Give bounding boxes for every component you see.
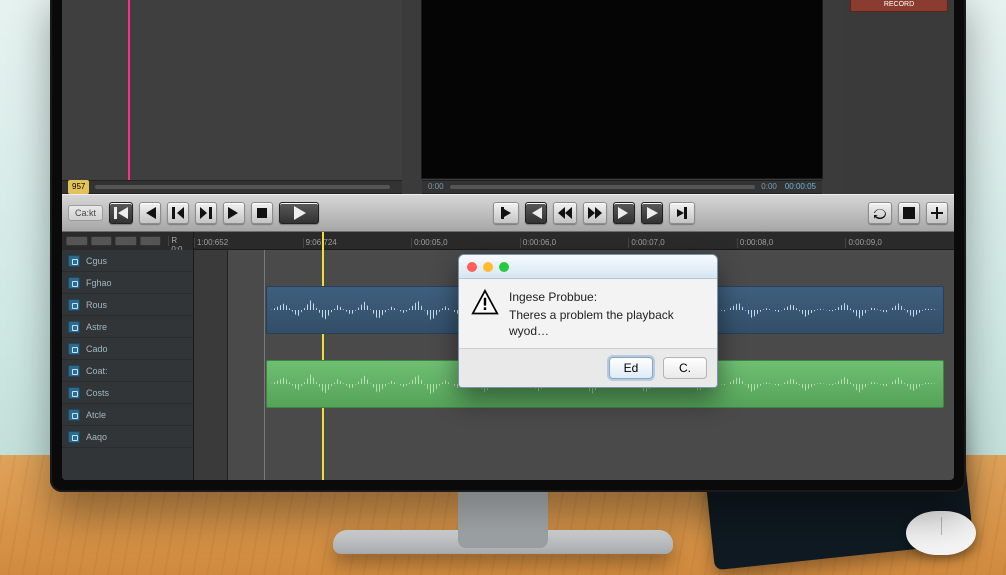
ruler-toolstrip: R 0:0 xyxy=(62,232,194,250)
bin-panel: Cgus Fghao Rous Astre Cado Coat: Costs A… xyxy=(62,250,194,480)
screen: RECORD 957 0:00 0:00 00:00:05 Ca:kt xyxy=(62,0,954,480)
ruler-mark: 1:00:652 xyxy=(194,238,303,248)
ruler-mark: 0:00:09,0 xyxy=(845,238,954,248)
clip-icon xyxy=(68,255,80,267)
bin-item[interactable]: Cado xyxy=(62,338,193,360)
add-marker-button[interactable] xyxy=(926,202,948,224)
clip-icon xyxy=(68,277,80,289)
track-header-gutter xyxy=(194,250,228,480)
ruler-tool-2[interactable] xyxy=(91,236,113,246)
ruler-tool-3[interactable] xyxy=(115,236,137,246)
dialog-body: Ingese Probbue: Theres a problem the pla… xyxy=(459,279,717,348)
dialog-titlebar[interactable] xyxy=(459,255,717,279)
ruler-mark: 0:00:06,0 xyxy=(520,238,629,248)
clip-icon xyxy=(68,387,80,399)
bin-item-label: Atcle xyxy=(86,410,106,420)
prev-edit-button[interactable] xyxy=(525,202,547,224)
bin-item-label: Cado xyxy=(86,344,108,354)
error-dialog: Ingese Probbue: Theres a problem the pla… xyxy=(458,254,718,388)
dialog-footer: Ed C. xyxy=(459,348,717,387)
ruler-mark: 0:00:05,0 xyxy=(411,238,520,248)
bin-item-label: Coat: xyxy=(86,366,108,376)
timeline-playhead[interactable] xyxy=(322,232,324,480)
loop-button[interactable] xyxy=(868,202,892,224)
dialog-body-text: Theres a problem the playback wyod… xyxy=(509,308,674,338)
window-zoom-icon[interactable] xyxy=(499,262,509,272)
bin-item-label: Fghao xyxy=(86,278,112,288)
step-fwd-button[interactable] xyxy=(223,202,245,224)
record-button[interactable]: RECORD xyxy=(850,0,948,12)
right-tool-panel: RECORD xyxy=(844,0,954,194)
source-scrub-bar[interactable] xyxy=(95,185,390,189)
track-divider xyxy=(264,250,265,480)
clip-icon xyxy=(68,431,80,443)
dialog-secondary-button[interactable]: C. xyxy=(663,357,707,379)
clip-icon xyxy=(68,343,80,355)
frame-back-button[interactable] xyxy=(167,202,189,224)
time-ruler[interactable]: R 0:0 1:00:652 9:06:724 0:00:05,0 0:00:0… xyxy=(194,232,954,250)
program-status: 00:00:05 xyxy=(785,180,816,194)
desk-mouse xyxy=(906,511,976,555)
play-button[interactable] xyxy=(279,202,319,224)
clip-icon xyxy=(68,365,80,377)
bin-item[interactable]: Costs xyxy=(62,382,193,404)
snap-button[interactable] xyxy=(898,202,920,224)
clip-icon xyxy=(68,409,80,421)
bin-item-label: Cgus xyxy=(86,256,107,266)
mark-out-button[interactable] xyxy=(669,202,695,224)
program-scrub-bar[interactable] xyxy=(450,185,756,189)
program-tc-left: 0:00 xyxy=(428,180,444,194)
ruler-mark: 0:00:08,0 xyxy=(737,238,846,248)
warning-icon xyxy=(471,289,499,317)
monitor-bezel: RECORD 957 0:00 0:00 00:00:05 Ca:kt xyxy=(50,0,966,492)
transport-label: Ca:kt xyxy=(68,205,103,221)
fastfwd-button[interactable] xyxy=(583,202,607,224)
dialog-primary-button[interactable]: Ed xyxy=(609,357,653,379)
ruler-mark: 0:00:07,0 xyxy=(628,238,737,248)
dialog-title-text: Ingese Probbue: xyxy=(509,289,705,305)
transport-bar: Ca:kt xyxy=(62,194,954,232)
clip-icon xyxy=(68,321,80,333)
bin-item[interactable]: Coat: xyxy=(62,360,193,382)
source-footer: 957 xyxy=(62,180,402,194)
bin-item-label: Costs xyxy=(86,388,109,398)
source-panel xyxy=(62,0,402,194)
play-timeline-button[interactable] xyxy=(641,202,663,224)
frame-fwd-button[interactable] xyxy=(195,202,217,224)
mark-in-button[interactable] xyxy=(493,202,519,224)
rewind-button[interactable] xyxy=(553,202,577,224)
ruler-tool-1[interactable] xyxy=(66,236,88,246)
bin-item[interactable]: Astre xyxy=(62,316,193,338)
monitor-stand-neck xyxy=(458,488,548,548)
next-edit-button[interactable] xyxy=(613,202,635,224)
window-minimize-icon[interactable] xyxy=(483,262,493,272)
bin-item-label: Astre xyxy=(86,322,107,332)
bin-item-label: Rous xyxy=(86,300,107,310)
bin-item[interactable]: Aaqo xyxy=(62,426,193,448)
clip-icon xyxy=(68,299,80,311)
ruler-strip-label: R 0:0 xyxy=(168,236,189,246)
source-playhead[interactable] xyxy=(128,0,130,194)
go-start-button[interactable] xyxy=(109,202,133,224)
ruler-mark: 9:06:724 xyxy=(303,238,412,248)
bin-item[interactable]: Cgus xyxy=(62,250,193,272)
top-panels: RECORD xyxy=(62,0,954,194)
dialog-text: Ingese Probbue: Theres a problem the pla… xyxy=(509,289,705,340)
bin-item[interactable]: Fghao xyxy=(62,272,193,294)
stop-button[interactable] xyxy=(251,202,273,224)
window-close-icon[interactable] xyxy=(467,262,477,272)
bin-item[interactable]: Atcle xyxy=(62,404,193,426)
bin-item[interactable]: Rous xyxy=(62,294,193,316)
program-footer: 0:00 0:00 00:00:05 xyxy=(422,180,822,194)
program-viewer[interactable] xyxy=(422,0,822,178)
step-back-button[interactable] xyxy=(139,202,161,224)
program-tc-right: 0:00 xyxy=(761,180,777,194)
bin-item-label: Aaqo xyxy=(86,432,107,442)
source-timecode: 957 xyxy=(68,180,89,194)
ruler-tool-4[interactable] xyxy=(140,236,162,246)
